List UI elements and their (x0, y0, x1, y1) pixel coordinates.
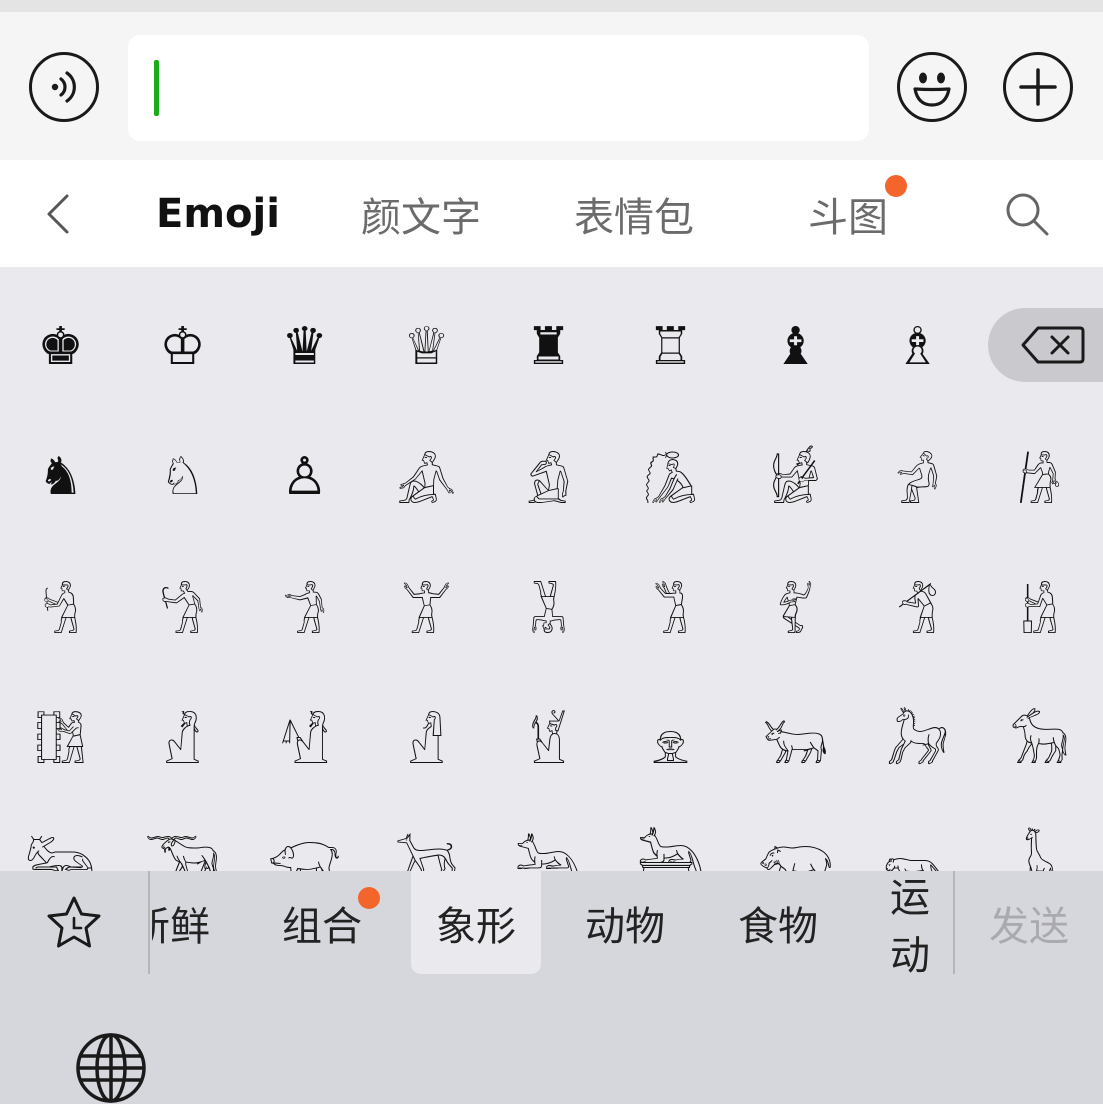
tab-stickers[interactable]: 表情包 (574, 160, 694, 267)
send-button[interactable]: 发送 (953, 871, 1103, 974)
message-input[interactable] (128, 35, 869, 141)
keyboard-system-area (0, 974, 1103, 1103)
category-bar: 新鲜 组合 象形 动物 食物 运动 发送 (0, 871, 1103, 974)
smiley-icon (913, 72, 951, 107)
emoji-cell[interactable]: 𓃣 (611, 797, 730, 871)
category-animals[interactable]: 动物 (585, 871, 665, 974)
category-pictograph[interactable]: 象形 (411, 871, 541, 974)
tab-kaomoji[interactable]: 颜文字 (361, 160, 481, 267)
chevron-left-icon (47, 194, 69, 233)
text-caret (154, 60, 159, 116)
emoji-cell[interactable]: 𓀭 (367, 677, 486, 797)
emoji-cell[interactable]: 𓃮 (858, 797, 977, 871)
emoji-cell[interactable]: ♝ (736, 287, 855, 407)
plus-icon (1019, 68, 1057, 106)
emoji-cell[interactable]: ♛ (245, 287, 364, 407)
globe-icon[interactable] (75, 1032, 147, 1104)
emoji-cell[interactable]: ♔ (123, 287, 242, 407)
tab-fight[interactable]: 斗图 (808, 160, 888, 267)
emoji-cell[interactable]: 𓀁 (489, 417, 608, 537)
emoji-cell[interactable]: 𓃛 (1, 797, 120, 871)
emoji-cell[interactable]: ♘ (123, 417, 242, 537)
more-button[interactable] (1003, 52, 1073, 122)
emoji-cell[interactable]: 𓀯 (123, 677, 242, 797)
emoji-cell[interactable]: 𓀤 (736, 547, 855, 667)
emoji-cell[interactable]: 𓃟 (245, 797, 364, 871)
search-button[interactable] (1002, 160, 1052, 267)
emoji-cell[interactable]: ♙ (245, 417, 364, 537)
emoji-cell[interactable]: 𓀞 (245, 547, 364, 667)
category-sports[interactable]: 运动 (890, 871, 952, 975)
emoji-cell[interactable]: ♗ (858, 287, 977, 407)
emoji-cell[interactable]: ♞ (1, 417, 120, 537)
emoji-cell[interactable]: 𓀎 (736, 417, 855, 537)
tab-emoji[interactable]: Emoji (156, 160, 280, 267)
emoji-cell[interactable]: 𓀧 (980, 547, 1099, 667)
category-food[interactable]: 食物 (738, 871, 818, 974)
emoji-cell[interactable]: 𓀈 (611, 417, 730, 537)
emoji-cell[interactable]: 𓁵 (489, 677, 608, 797)
category-combo[interactable]: 组合 (282, 871, 362, 974)
emoji-cell[interactable]: 𓀕 (858, 417, 977, 537)
voice-icon (51, 71, 76, 103)
emoji-cell[interactable]: 𓃗 (858, 677, 977, 797)
input-bar (0, 0, 1103, 160)
emoji-cell[interactable]: ♕ (367, 287, 486, 407)
new-badge (358, 887, 380, 909)
emoji-cell[interactable]: 𓀙 (980, 417, 1099, 537)
emoji-cell[interactable]: 𓀰 (245, 677, 364, 797)
backspace-icon (1021, 326, 1085, 364)
emoji-cell[interactable]: 𓃯 (736, 797, 855, 871)
emoji-cell[interactable]: 𓀦 (858, 547, 977, 667)
back-button[interactable] (38, 160, 78, 267)
emoji-cell[interactable]: 𓀨 (1, 677, 120, 797)
emoji-cell[interactable]: ♚ (1, 287, 120, 407)
delete-button[interactable] (988, 308, 1103, 382)
emoji-cell[interactable]: 𓃱 (980, 797, 1099, 871)
emoji-cell[interactable]: 𓃝 (123, 797, 242, 871)
emoji-cell[interactable]: 𓀡 (489, 547, 608, 667)
emoji-cell[interactable]: ♖ (611, 287, 730, 407)
emoji-cell[interactable]: 𓀝 (123, 547, 242, 667)
new-badge (885, 175, 907, 197)
emoji-panel-tabs: Emoji 颜文字 表情包 斗图 (0, 160, 1103, 267)
emoji-cell[interactable]: 𓁷 (611, 677, 730, 797)
emoji-cell[interactable]: 𓀢 (611, 547, 730, 667)
voice-button[interactable] (29, 52, 99, 122)
search-icon (1006, 193, 1049, 235)
emoji-cell[interactable]: 𓃢 (489, 797, 608, 871)
emoji-cell[interactable]: 𓃡 (367, 797, 486, 871)
emoji-cell[interactable]: 𓀜 (1, 547, 120, 667)
favorites-button[interactable] (0, 871, 150, 974)
emoji-cell[interactable]: ♜ (489, 287, 608, 407)
category-list: 新鲜 组合 象形 动物 食物 运动 (152, 871, 952, 974)
emoji-cell[interactable]: 𓃘 (980, 677, 1099, 797)
emoji-cell[interactable]: 𓀉 (367, 417, 486, 537)
emoji-grid: ♚ ♔ ♛ ♕ ♜ ♖ ♝ ♗ ♞ ♘ ♙ 𓀉 𓀁 𓀈 𓀎 𓀕 𓀙 𓀜 𓀝 𓀞 … (0, 267, 1103, 871)
star-icon (47, 896, 101, 947)
category-fresh[interactable]: 新鲜 (152, 871, 210, 974)
emoji-cell[interactable]: 𓃒 (736, 677, 855, 797)
emoji-cell[interactable]: 𓀠 (367, 547, 486, 667)
emoji-button[interactable] (897, 52, 967, 122)
